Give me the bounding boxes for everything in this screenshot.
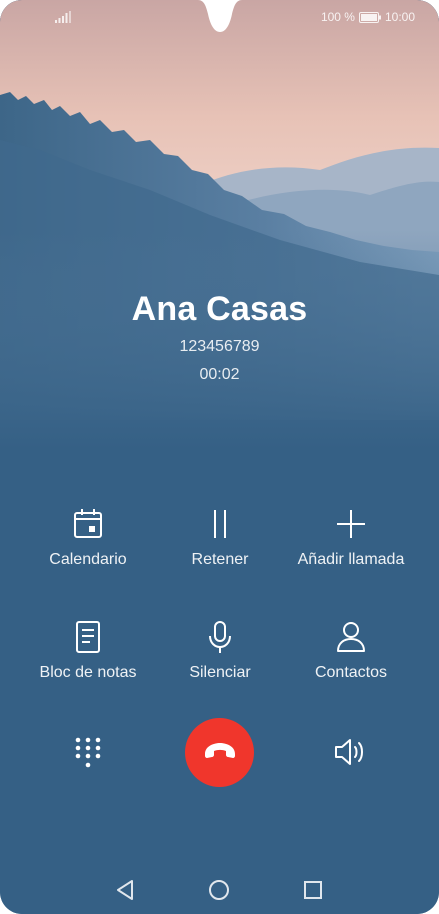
add-call-button[interactable]: Añadir llamada [278, 507, 424, 569]
calendar-button[interactable]: Calendario [15, 507, 161, 569]
battery-percentage: 100 % [320, 10, 355, 24]
contacts-button[interactable]: Contactos [278, 620, 424, 682]
phone-hangup-icon [205, 743, 235, 758]
add-call-label: Añadir llamada [297, 551, 405, 568]
hold-label: Retener [191, 551, 249, 568]
speaker-icon[interactable] [333, 736, 369, 768]
battery-icon [358, 11, 381, 23]
plus-icon [337, 510, 365, 538]
signal-icon [55, 11, 71, 23]
calendar-label: Calendario [49, 551, 127, 568]
dialpad-icon[interactable] [72, 735, 104, 771]
notepad-icon [76, 621, 100, 653]
recents-square-icon[interactable] [301, 878, 325, 902]
caller-name: Ana Casas [131, 290, 308, 328]
end-call-button[interactable] [185, 718, 254, 787]
back-triangle-icon[interactable] [113, 878, 137, 902]
in-call-screen: 100 % 10:00 Ana Casas 123456789 00:02 Ca… [0, 0, 439, 914]
caller-number: 123456789 [179, 338, 260, 355]
mute-button[interactable]: Silenciar [147, 620, 293, 682]
microphone-icon [209, 621, 231, 653]
call-timer: 00:02 [199, 366, 240, 383]
home-circle-icon[interactable] [207, 878, 231, 902]
pause-icon [214, 510, 226, 538]
calendar-icon [74, 509, 102, 538]
hold-button[interactable]: Retener [147, 507, 293, 569]
contacts-label: Contactos [314, 664, 388, 681]
status-bar: 100 % 10:00 [0, 0, 439, 34]
mute-label: Silenciar [189, 664, 251, 681]
status-right: 100 % 10:00 [321, 10, 415, 24]
status-time: 10:00 [384, 10, 415, 24]
notepad-label: Bloc de notas [39, 664, 137, 681]
person-icon [337, 622, 365, 652]
notepad-button[interactable]: Bloc de notas [15, 620, 161, 682]
